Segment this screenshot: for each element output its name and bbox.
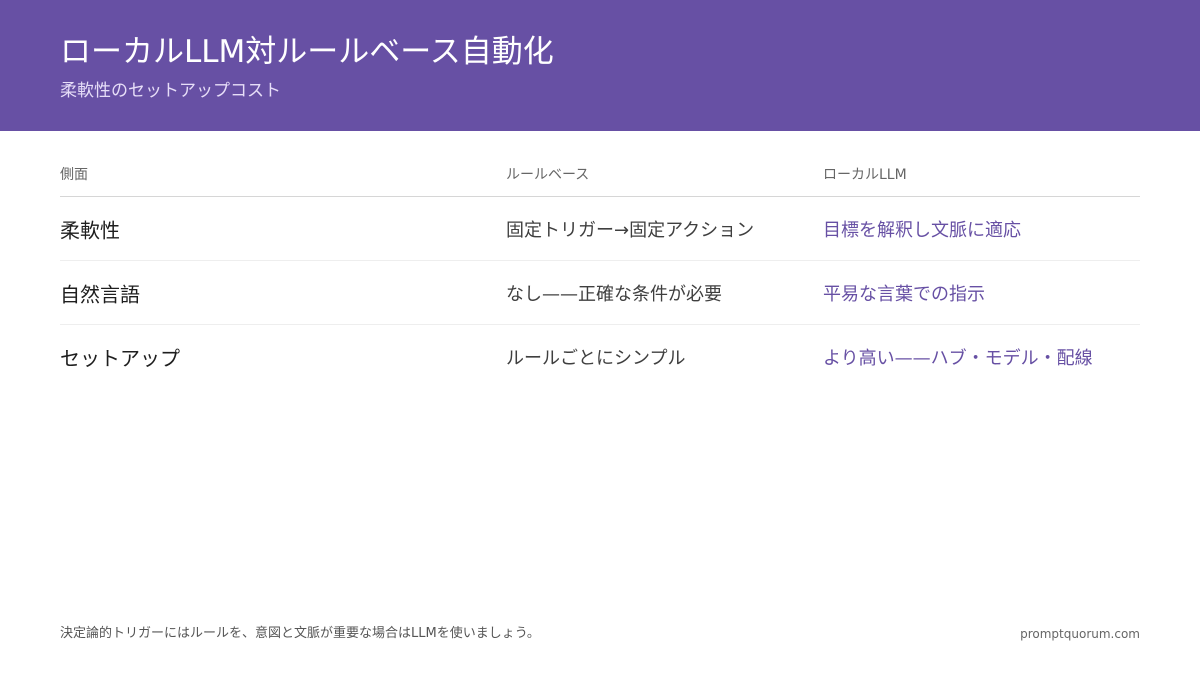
page-subtitle: 柔軟性のセットアップコスト [60,81,281,101]
column-header-aspect: 側面 [60,167,88,183]
row-aspect: 柔軟性 [60,218,120,242]
table-row: 柔軟性 固定トリガー→固定アクション 目標を解釈し文脈に適応 [60,197,1140,261]
column-header-rule-based: ルールベース [506,167,590,183]
comparison-table: 側面 ルールベース ローカルLLM 柔軟性 固定トリガー→固定アクション 目標を… [60,163,1140,388]
row-rule-based-value: なし——正確な条件が必要 [506,283,722,305]
table-header: 側面 ルールベース ローカルLLM [60,163,1140,197]
row-aspect: 自然言語 [60,282,140,306]
row-aspect: セットアップ [60,346,180,370]
footer-brand: promptquorum.com [1020,627,1140,641]
header-banner: ローカルLLM対ルールベース自動化 柔軟性のセットアップコスト [0,0,1200,131]
table-row: セットアップ ルールごとにシンプル より高い——ハブ・モデル・配線 [60,325,1140,388]
table-row: 自然言語 なし——正確な条件が必要 平易な言葉での指示 [60,261,1140,325]
row-local-llm-value: 平易な言葉での指示 [823,283,985,305]
row-rule-based-value: 固定トリガー→固定アクション [506,219,755,241]
footer-note: 決定論的トリガーにはルールを、意図と文脈が重要な場合はLLMを使いましょう。 [60,626,540,641]
row-rule-based-value: ルールごとにシンプル [506,347,686,369]
row-local-llm-value: 目標を解釈し文脈に適応 [823,219,1021,241]
row-local-llm-value: より高い——ハブ・モデル・配線 [823,347,1093,369]
column-header-local-llm: ローカルLLM [823,167,907,183]
page-title: ローカルLLM対ルールベース自動化 [60,34,554,70]
